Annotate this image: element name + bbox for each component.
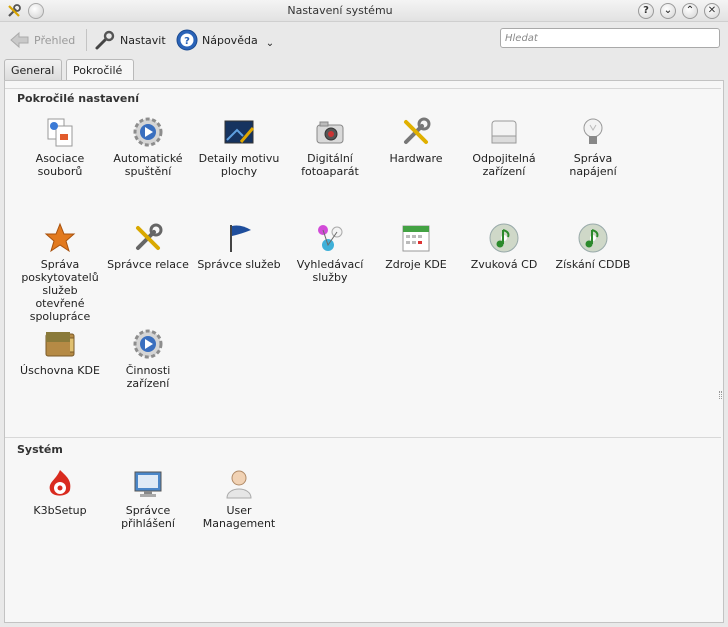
- settings-module-advanced-7[interactable]: Správa poskytovatelů služeb otevřené spo…: [17, 222, 103, 323]
- toolbar-separator: [86, 29, 87, 51]
- tab-advanced[interactable]: Pokročilé: [66, 59, 134, 81]
- module-label: Odpojitelná zařízení: [472, 152, 536, 178]
- settings-module-advanced-9[interactable]: Správce služeb: [196, 222, 282, 271]
- help-icon: ?: [176, 29, 198, 51]
- settings-module-system-1[interactable]: Správce přihlášení: [105, 468, 191, 530]
- k3b-flame-icon: [49, 470, 71, 496]
- module-label: Hardware: [389, 152, 443, 165]
- removable-drive-icon: [491, 120, 517, 144]
- file-associations-icon: [47, 118, 73, 147]
- settings-module-advanced-10[interactable]: Vyhledávací služby: [287, 222, 373, 284]
- chevron-down-icon[interactable]: ⌄: [266, 38, 274, 49]
- settings-module-advanced-3[interactable]: Digitální fotoaparát: [287, 116, 373, 178]
- module-label: Automatické spuštění: [113, 152, 183, 178]
- settings-module-advanced-6[interactable]: Správa napájení: [550, 116, 636, 178]
- settings-module-advanced-12[interactable]: Zvuková CD: [461, 222, 547, 271]
- module-label: Správce přihlášení: [121, 504, 175, 530]
- login-manager-icon: [134, 471, 162, 497]
- calendar-icon: [402, 225, 430, 252]
- power-bulb-icon: [583, 118, 603, 144]
- back-button[interactable]: Přehled: [10, 27, 75, 53]
- settings-module-system-0[interactable]: K3bSetup: [17, 468, 103, 517]
- title-bar: Nastavení systému ? ⌄ ⌃ ✕: [0, 0, 728, 22]
- module-label: Úschovna KDE: [20, 364, 100, 377]
- wrench-icon: [95, 30, 115, 50]
- module-label: Správce relace: [107, 258, 189, 271]
- wallet-icon: [45, 332, 75, 357]
- settings-module-advanced-8[interactable]: Správce relace: [105, 222, 191, 271]
- module-label: Asociace souborů: [35, 152, 85, 178]
- settings-module-advanced-11[interactable]: Zdroje KDE: [373, 222, 459, 271]
- module-label: Detaily motivu plochy: [198, 152, 280, 178]
- settings-module-advanced-2[interactable]: Detaily motivu plochy: [196, 116, 282, 178]
- settings-module-advanced-15[interactable]: Činnosti zařízení: [105, 328, 191, 390]
- configure-label: Nastavit: [120, 33, 166, 47]
- camera-icon: [316, 121, 344, 144]
- autostart-gear-icon: [133, 117, 163, 147]
- module-label: K3bSetup: [33, 504, 87, 517]
- group-divider-system: [5, 437, 721, 438]
- help-label: Nápověda: [202, 33, 258, 47]
- module-label: Zdroje KDE: [385, 258, 447, 271]
- service-flag-icon: [230, 225, 251, 252]
- settings-module-system-2[interactable]: User Management: [196, 468, 282, 530]
- audio-cd-icon: [489, 223, 519, 253]
- module-label: Digitální fotoaparát: [301, 152, 359, 178]
- group-title-system: Systém: [17, 443, 63, 456]
- search-input[interactable]: [500, 28, 720, 48]
- module-label: Činnosti zařízení: [125, 364, 171, 390]
- group-title-advanced: Pokročilé nastavení: [17, 92, 139, 105]
- module-label: Získání CDDB: [555, 258, 631, 271]
- session-tools-icon: [136, 223, 163, 250]
- device-actions-gear-icon: [133, 329, 163, 359]
- close-button[interactable]: ✕: [704, 3, 720, 19]
- settings-module-advanced-0[interactable]: Asociace souborů: [17, 116, 103, 178]
- window-title: Nastavení systému: [287, 4, 393, 17]
- settings-module-advanced-13[interactable]: Získání CDDB: [550, 222, 636, 271]
- settings-module-advanced-5[interactable]: Odpojitelná zařízení: [461, 116, 547, 178]
- module-label: Zvuková CD: [470, 258, 538, 271]
- module-label: Správce služeb: [197, 258, 281, 271]
- help-button[interactable]: ? Nápověda ⌄: [176, 27, 274, 53]
- svg-text:?: ?: [184, 36, 190, 47]
- back-label: Přehled: [34, 33, 76, 47]
- help-window-button[interactable]: ?: [638, 3, 654, 19]
- back-arrow-icon: [10, 31, 29, 49]
- search-services-icon: [318, 225, 343, 251]
- user-icon: [226, 470, 252, 499]
- hardware-tools-icon: [404, 117, 431, 144]
- settings-module-advanced-1[interactable]: Automatické spuštění: [105, 116, 191, 178]
- maximize-button[interactable]: ⌃: [682, 3, 698, 19]
- settings-module-advanced-14[interactable]: Úschovna KDE: [17, 328, 103, 377]
- group-divider-advanced: [5, 88, 721, 89]
- star-icon: [44, 222, 76, 253]
- settings-module-advanced-4[interactable]: Hardware: [373, 116, 459, 165]
- module-label: Správa napájení: [569, 152, 617, 178]
- tab-general[interactable]: General: [4, 59, 62, 80]
- module-label: User Management: [202, 504, 276, 530]
- minimize-button[interactable]: ⌄: [660, 3, 676, 19]
- configure-button[interactable]: Nastavit: [94, 27, 166, 53]
- desktop-theme-icon: [224, 120, 255, 144]
- module-label: Správa poskytovatelů služeb otevřené spo…: [21, 258, 99, 323]
- resize-grip[interactable]: [719, 391, 722, 399]
- module-label: Vyhledávací služby: [296, 258, 364, 284]
- cddb-cd-icon: [578, 223, 608, 253]
